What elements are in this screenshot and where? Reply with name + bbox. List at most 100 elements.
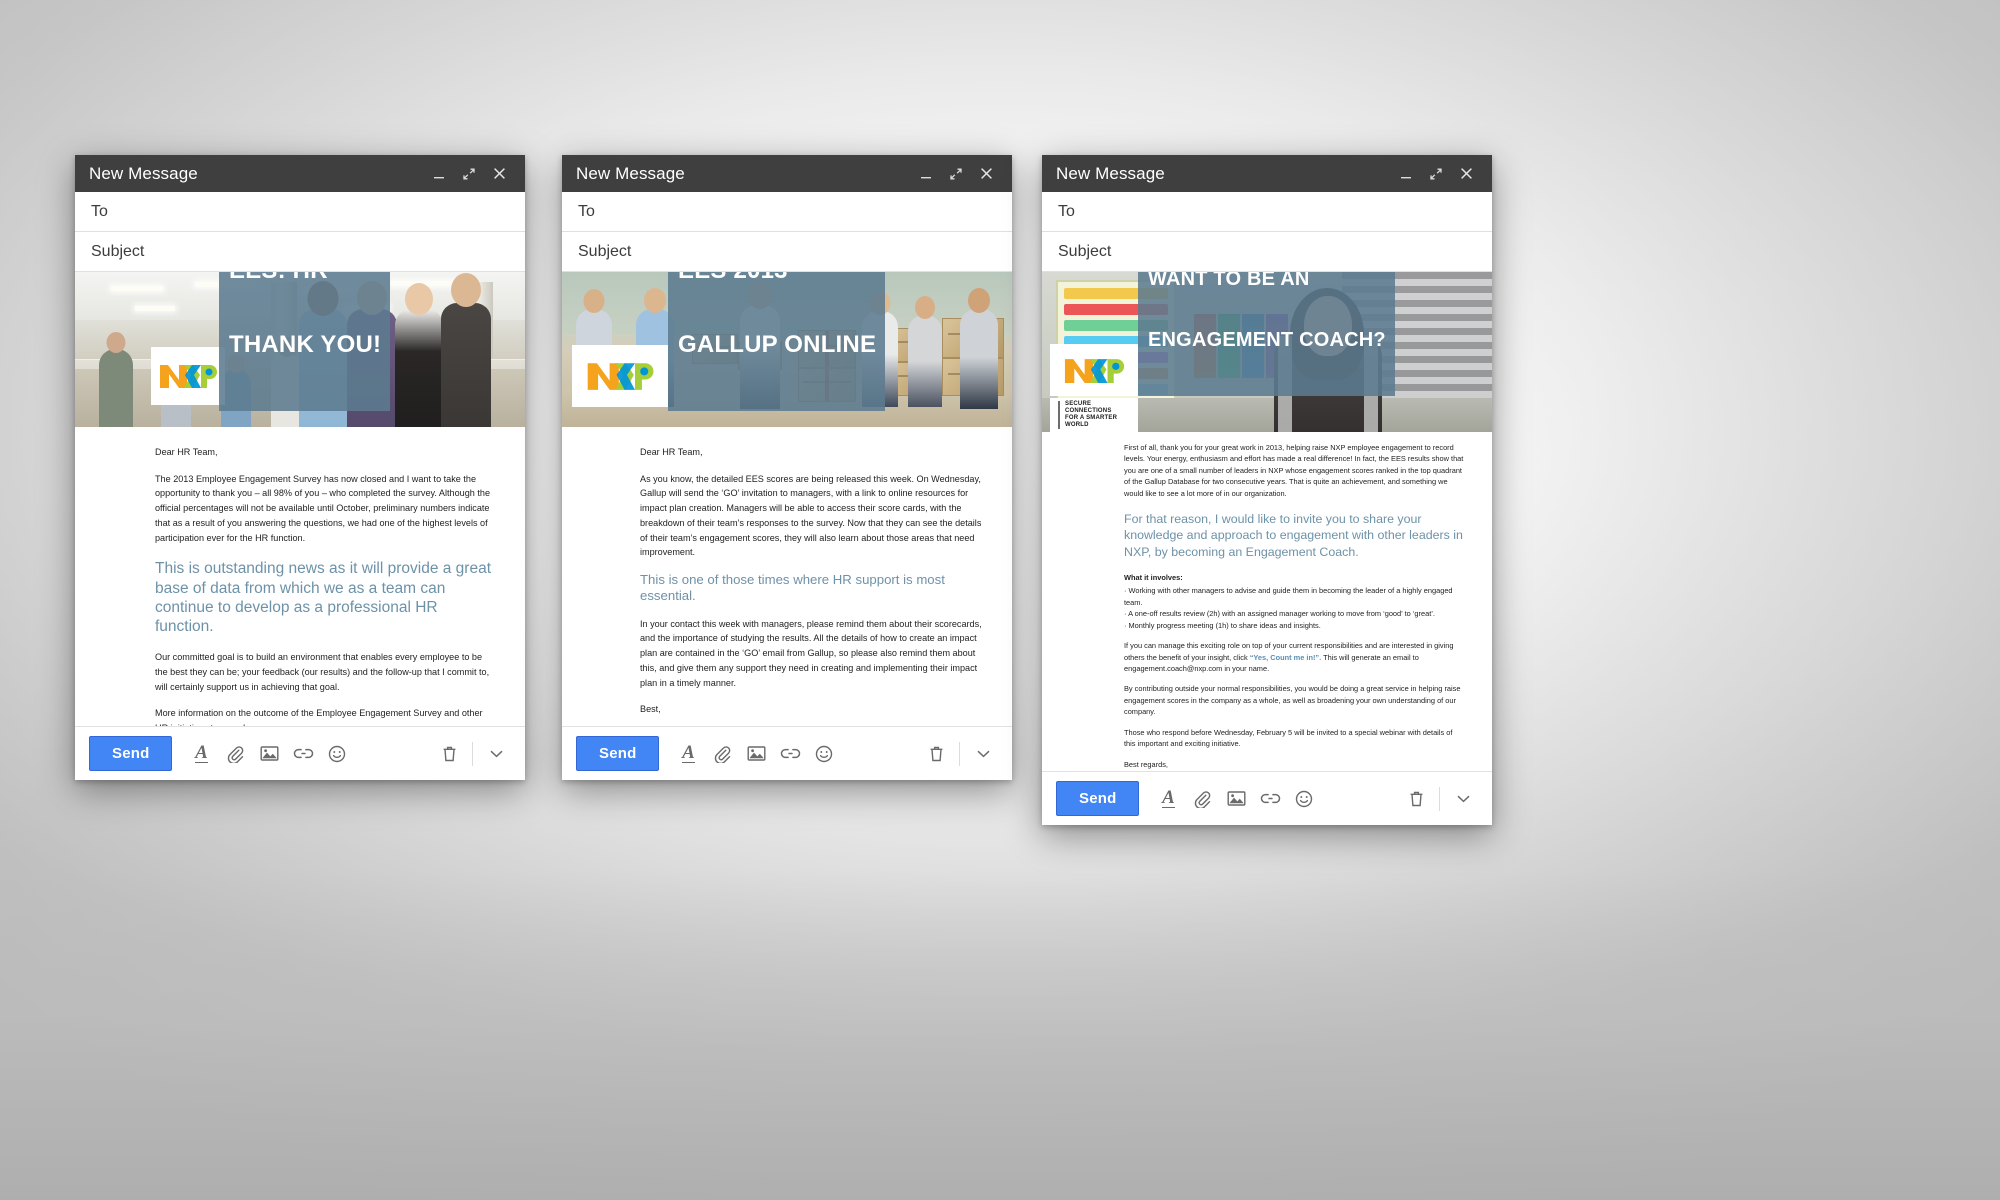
send-button[interactable]: Send <box>89 736 173 771</box>
window-title: New Message <box>1056 163 1165 183</box>
more-options-icon[interactable] <box>479 737 513 771</box>
window-titlebar: New Message <box>1042 155 1492 192</box>
involves-list: Working with other managers to advise an… <box>1124 585 1464 631</box>
paragraph-1: The 2013 Employee Engagement Survey has … <box>155 473 490 543</box>
window-titlebar: New Message <box>562 155 1012 192</box>
subject-label: Subject <box>1058 242 1112 260</box>
to-label: To <box>578 202 595 220</box>
insert-photo-icon[interactable] <box>252 737 286 771</box>
insert-photo-icon[interactable] <box>739 737 773 771</box>
yes-count-me-in-link[interactable]: “Yes, Count me in!” <box>1250 653 1319 662</box>
list-item: A one-off results review (2h) with an as… <box>1124 608 1464 619</box>
insert-emoji-icon[interactable] <box>1287 782 1321 816</box>
signoff: Best, <box>640 704 661 715</box>
to-field[interactable]: To <box>75 192 525 232</box>
minimize-icon[interactable] <box>913 161 939 187</box>
window-title: New Message <box>89 163 198 183</box>
insert-link-icon[interactable] <box>1253 782 1287 816</box>
nxp-logo-mark <box>587 363 654 390</box>
greeting: Dear HR Team, <box>640 447 703 457</box>
close-icon[interactable] <box>1453 161 1479 187</box>
minimize-icon[interactable] <box>426 161 452 187</box>
delete-icon[interactable] <box>919 737 953 771</box>
compose-toolbar: Send A <box>75 726 525 780</box>
insert-link-icon[interactable] <box>286 737 320 771</box>
subject-field[interactable]: Subject <box>562 232 1012 272</box>
compose-window-1[interactable]: New Message To Subject THANK YOU! Dear H… <box>75 155 525 780</box>
paragraph-4: Those who respond before Wednesday, Febr… <box>1124 727 1453 749</box>
maximize-icon[interactable] <box>943 161 969 187</box>
send-button[interactable]: Send <box>576 736 660 771</box>
insert-link-icon[interactable] <box>773 737 807 771</box>
email-letter-body: First of all, thank you for your great w… <box>1042 432 1492 771</box>
email-letter-body: Dear HR Team, The 2013 Employee Engageme… <box>75 427 525 726</box>
paragraph-2: Our committed goal is to build an enviro… <box>155 652 490 692</box>
paragraph-1: As you know, the detailed EES scores are… <box>640 473 982 558</box>
nxp-logo <box>151 347 225 405</box>
window-title: New Message <box>576 163 685 183</box>
format-text-icon[interactable]: A <box>1151 782 1185 816</box>
compose-toolbar: Send A <box>1042 771 1492 825</box>
format-text-icon[interactable]: A <box>671 737 705 771</box>
banner-title-line2: GALLUP ONLINE <box>678 330 877 358</box>
nxp-tagline-box: SECURE CONNECTIONS FOR A SMARTER WORLD <box>1050 398 1138 432</box>
format-text-icon[interactable]: A <box>184 737 218 771</box>
toolbar-divider <box>1439 786 1440 811</box>
paragraph-3: More information on the outcome of the E… <box>155 708 483 726</box>
paragraph-1: First of all, thank you for your great w… <box>1124 443 1464 498</box>
close-icon[interactable] <box>973 161 999 187</box>
paragraph-3: By contributing outside your normal resp… <box>1124 684 1461 717</box>
banner-title-line1: WANT TO BE AN <box>1148 272 1310 290</box>
nxp-logo <box>1050 344 1138 396</box>
subject-label: Subject <box>91 242 145 260</box>
compose-toolbar: Send A <box>562 726 1012 780</box>
highlight-paragraph: This is outstanding news as it will prov… <box>155 560 491 635</box>
banner-title-line2: THANK YOU! <box>229 330 382 358</box>
attach-file-icon[interactable] <box>705 737 739 771</box>
subject-field[interactable]: Subject <box>1042 232 1492 272</box>
email-banner-image: SECURE CONNECTIONS FOR A SMARTER WORLD W… <box>1042 272 1492 432</box>
minimize-icon[interactable] <box>1393 161 1419 187</box>
toolbar-divider <box>472 741 473 766</box>
to-label: To <box>91 202 108 220</box>
to-label: To <box>1058 202 1075 220</box>
banner-title: EES 2013 GALLUP ONLINE <box>668 272 886 411</box>
attach-file-icon[interactable] <box>218 737 252 771</box>
message-body[interactable]: EES 2013 GALLUP ONLINE Dear HR Team, As … <box>562 272 1012 726</box>
toolbar-divider <box>959 741 960 766</box>
nxp-tagline: SECURE CONNECTIONS FOR A SMARTER WORLD <box>1058 401 1138 429</box>
insert-photo-icon[interactable] <box>1219 782 1253 816</box>
email-banner-image: EES: HR THANK YOU! <box>75 272 525 427</box>
email-letter-body: Dear HR Team, As you know, the detailed … <box>562 427 1012 726</box>
compose-window-2[interactable]: New Message To Subject GALLUP ONLINE Dea… <box>562 155 1012 780</box>
to-field[interactable]: To <box>1042 192 1492 232</box>
insert-emoji-icon[interactable] <box>807 737 841 771</box>
window-titlebar: New Message <box>75 155 525 192</box>
attach-file-icon[interactable] <box>1185 782 1219 816</box>
send-button[interactable]: Send <box>1056 781 1140 816</box>
list-item: Working with other managers to advise an… <box>1124 585 1464 608</box>
message-body[interactable]: EES: HR THANK YOU! Dear HR Team, The 201… <box>75 272 525 726</box>
subject-field[interactable]: Subject <box>75 232 525 272</box>
maximize-icon[interactable] <box>456 161 482 187</box>
more-options-icon[interactable] <box>966 737 1000 771</box>
close-icon[interactable] <box>486 161 512 187</box>
list-item: Monthly progress meeting (1h) to share i… <box>1124 620 1464 631</box>
to-field[interactable]: To <box>562 192 1012 232</box>
more-options-icon[interactable] <box>1446 782 1480 816</box>
what-involves-heading: What it involves: <box>1124 572 1183 582</box>
signoff: Best regards, <box>1124 759 1168 769</box>
subject-label: Subject <box>578 242 632 260</box>
email-banner-image: EES 2013 GALLUP ONLINE <box>562 272 1012 427</box>
nxp-logo-mark <box>160 365 217 388</box>
banner-title-line1: EES: HR <box>229 272 381 284</box>
insert-emoji-icon[interactable] <box>320 737 354 771</box>
delete-icon[interactable] <box>432 737 466 771</box>
compose-window-3[interactable]: New Message To Subject SECURE CONNECTION… <box>1042 155 1492 825</box>
maximize-icon[interactable] <box>1423 161 1449 187</box>
nxp-logo <box>572 345 668 407</box>
message-body[interactable]: SECURE CONNECTIONS FOR A SMARTER WORLD W… <box>1042 272 1492 771</box>
nxp-logo-mark <box>1064 358 1125 383</box>
paragraph-2: In your contact this week with managers,… <box>640 618 982 688</box>
delete-icon[interactable] <box>1399 782 1433 816</box>
